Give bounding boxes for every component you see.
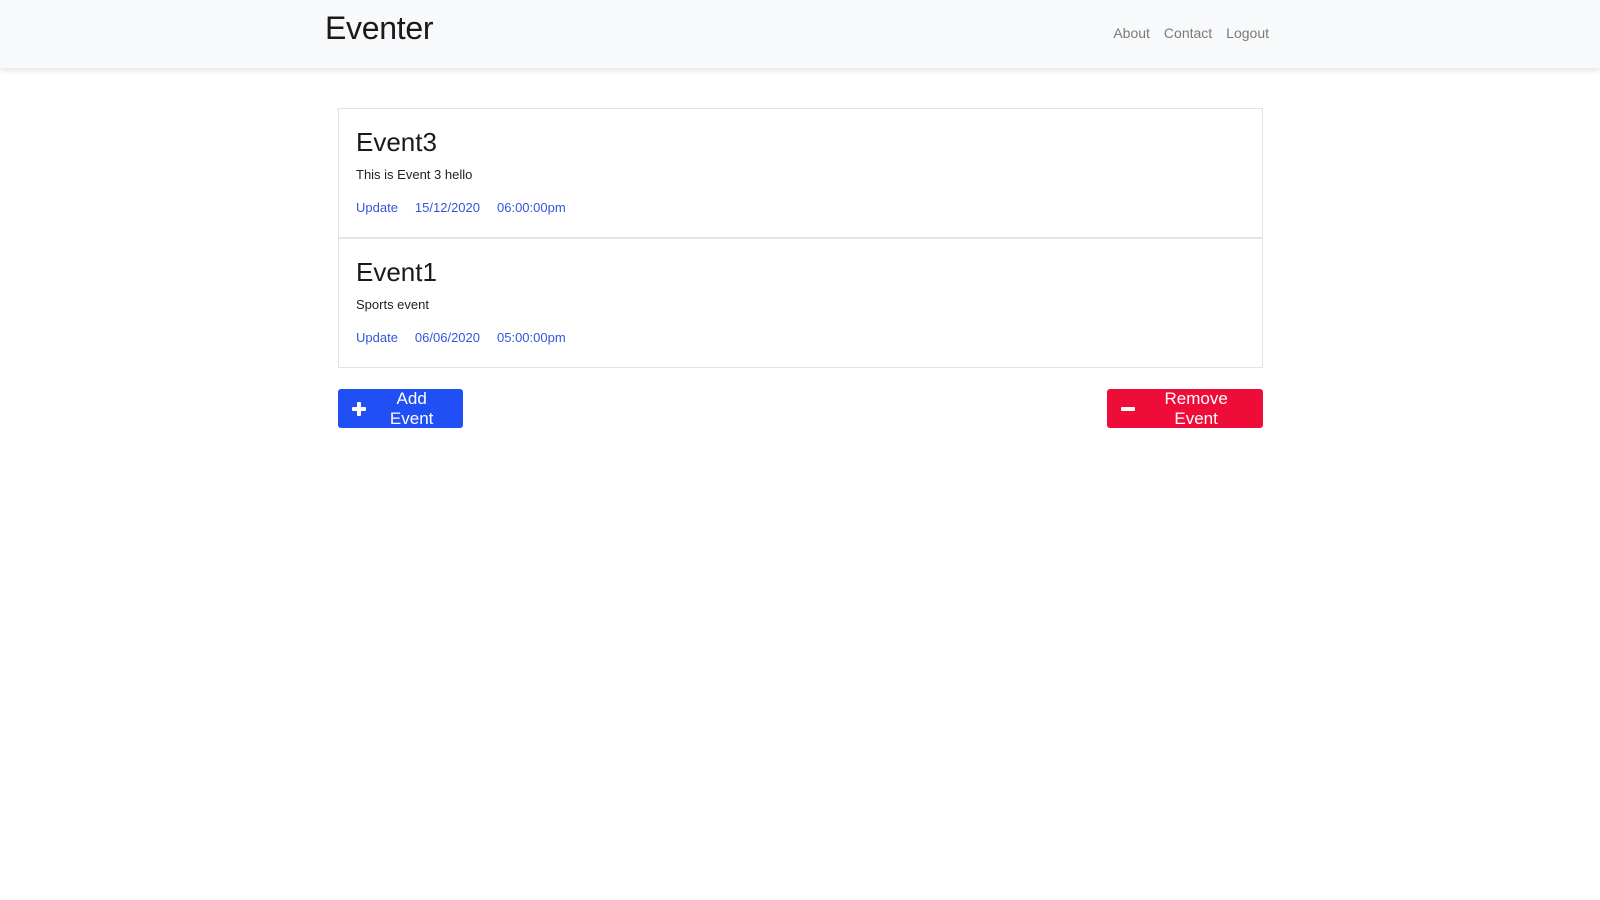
add-event-label: Add Event bbox=[389, 388, 434, 428]
remove-event-button[interactable]: Remove Event bbox=[1107, 389, 1263, 428]
event-card: Event1 Sports event Update 06/06/2020 05… bbox=[338, 238, 1263, 368]
minus-icon bbox=[1121, 402, 1135, 416]
add-event-button[interactable]: Add Event bbox=[338, 389, 463, 428]
event-date: 15/12/2020 bbox=[414, 200, 480, 215]
update-link[interactable]: Update bbox=[356, 330, 398, 346]
event-meta: Update 06/06/2020 05:00:00pm bbox=[356, 330, 1245, 346]
update-link[interactable]: Update bbox=[356, 200, 398, 216]
nav-links: About Contact Logout bbox=[1113, 25, 1269, 41]
plus-icon bbox=[352, 401, 366, 416]
event-meta: Update 15/12/2020 06:00:00pm bbox=[356, 200, 1245, 216]
event-title: Event3 bbox=[356, 127, 437, 157]
event-time: 05:00:00pm bbox=[497, 330, 566, 345]
event-title: Event1 bbox=[356, 257, 437, 287]
nav-link-logout[interactable]: Logout bbox=[1226, 25, 1269, 41]
event-list: Event3 This is Event 3 hello Update 15/1… bbox=[338, 108, 1263, 368]
event-card: Event3 This is Event 3 hello Update 15/1… bbox=[338, 108, 1263, 238]
event-time: 06:00:00pm bbox=[497, 200, 566, 215]
nav-link-contact[interactable]: Contact bbox=[1164, 25, 1212, 41]
brand-logo[interactable]: Eventer bbox=[325, 10, 433, 47]
navbar: Eventer About Contact Logout bbox=[0, 0, 1600, 68]
event-description: Sports event bbox=[356, 297, 429, 312]
nav-link-about[interactable]: About bbox=[1113, 25, 1150, 41]
event-date: 06/06/2020 bbox=[414, 330, 480, 345]
event-description: This is Event 3 hello bbox=[356, 167, 473, 182]
remove-event-label: Remove Event bbox=[1164, 388, 1228, 428]
